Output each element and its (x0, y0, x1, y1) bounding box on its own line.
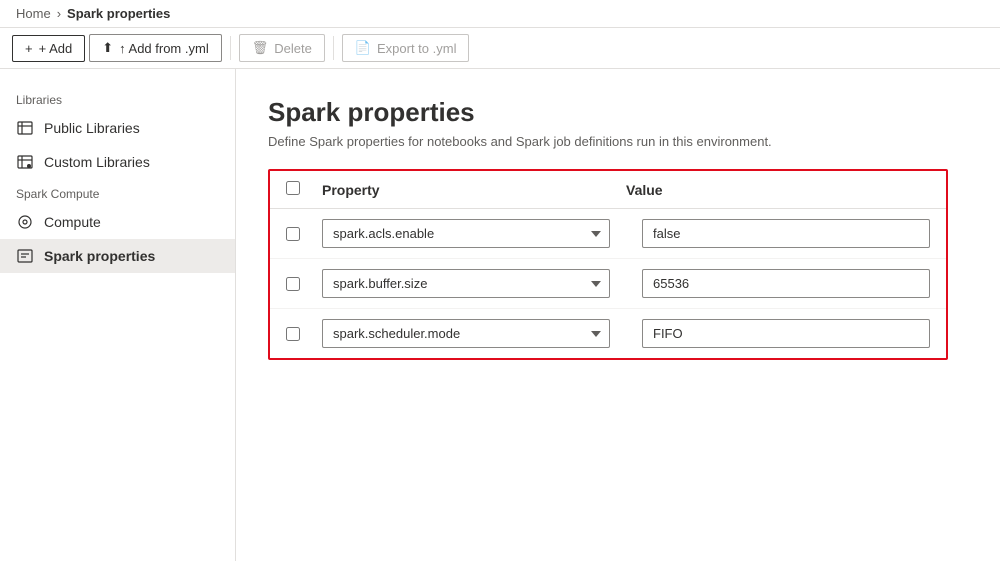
breadcrumb: Home › Spark properties (0, 0, 1000, 28)
public-libraries-icon (16, 119, 34, 137)
export-icon: 📄 (355, 40, 371, 56)
properties-table: Property Value spark.acls.enable (268, 169, 948, 360)
row-2-checkbox[interactable] (286, 277, 300, 291)
value-column-header: Value (626, 182, 930, 198)
row-2-property-select[interactable]: spark.buffer.size (322, 269, 610, 298)
sidebar-item-spark-properties[interactable]: Spark properties (0, 239, 235, 273)
main-content: Spark properties Define Spark properties… (236, 69, 1000, 561)
page-subtitle: Define Spark properties for notebooks an… (268, 134, 968, 149)
toolbar: + + Add ⬆ ↑ Add from .yml 🗑 Delete 📄 Exp… (0, 28, 1000, 69)
spark-compute-section-label: Spark Compute (0, 179, 235, 205)
compute-icon (16, 213, 34, 231)
toolbar-separator-1 (230, 36, 231, 60)
public-libraries-label: Public Libraries (44, 120, 140, 136)
row-1-property-select[interactable]: spark.acls.enable (322, 219, 610, 248)
export-button[interactable]: 📄 Export to .yml (342, 34, 470, 62)
row-3-value-input[interactable] (642, 319, 930, 348)
table-row: spark.buffer.size (270, 259, 946, 309)
toolbar-separator-2 (333, 36, 334, 60)
row-2-value-input[interactable] (642, 269, 930, 298)
add-button[interactable]: + + Add (12, 35, 85, 62)
sidebar-item-compute[interactable]: Compute (0, 205, 235, 239)
sidebar-item-custom-libraries[interactable]: Custom Libraries (0, 145, 235, 179)
table-header: Property Value (270, 171, 946, 209)
spark-properties-label: Spark properties (44, 248, 155, 264)
row-3-property-select[interactable]: spark.scheduler.mode (322, 319, 610, 348)
add-from-yaml-button[interactable]: ⬆ ↑ Add from .yml (89, 34, 221, 62)
select-all-checkbox[interactable] (286, 181, 300, 195)
breadcrumb-home[interactable]: Home (16, 6, 51, 21)
layout: Libraries Public Libraries Custo (0, 69, 1000, 561)
custom-libraries-icon (16, 153, 34, 171)
add-yaml-label: ↑ Add from .yml (119, 41, 209, 56)
breadcrumb-current: Spark properties (67, 6, 170, 21)
export-label: Export to .yml (377, 41, 456, 56)
add-label: + Add (39, 41, 73, 56)
sidebar-item-public-libraries[interactable]: Public Libraries (0, 111, 235, 145)
table-row: spark.acls.enable (270, 209, 946, 259)
breadcrumb-separator: › (57, 6, 61, 21)
page-title: Spark properties (268, 97, 968, 128)
compute-label: Compute (44, 214, 101, 230)
spark-properties-icon (16, 247, 34, 265)
delete-button[interactable]: 🗑 Delete (239, 34, 325, 62)
custom-libraries-label: Custom Libraries (44, 154, 150, 170)
row-3-checkbox[interactable] (286, 327, 300, 341)
row-1-checkbox[interactable] (286, 227, 300, 241)
libraries-section-label: Libraries (0, 85, 235, 111)
property-column-header: Property (322, 182, 626, 198)
upload-icon: ⬆ (102, 40, 113, 56)
row-1-value-input[interactable] (642, 219, 930, 248)
delete-label: Delete (274, 41, 312, 56)
sidebar: Libraries Public Libraries Custo (0, 69, 236, 561)
delete-icon: 🗑 (252, 40, 269, 56)
table-row: spark.scheduler.mode (270, 309, 946, 358)
plus-icon: + (25, 41, 33, 56)
